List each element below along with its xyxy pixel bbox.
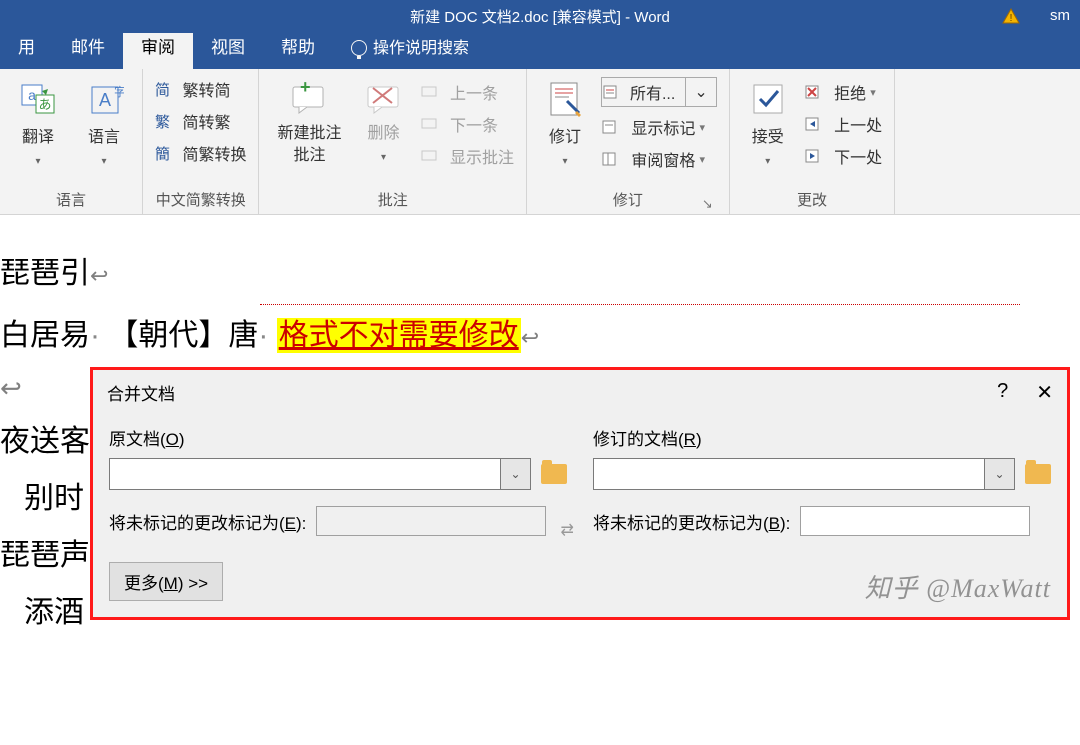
group-tracking-label: 修订 xyxy=(613,192,643,209)
dropdown-indicator-icon xyxy=(101,151,106,169)
display-for-review-label: 所有... xyxy=(624,80,681,104)
group-convert: 简 繁转简 繁 简转繁 簡 简繁转换 中文简繁转换 xyxy=(143,69,259,214)
show-markup-label: 显示标记 xyxy=(631,115,695,139)
group-language: aあ 翻译 A字 语言 语言 xyxy=(0,69,143,214)
svg-text:A: A xyxy=(99,90,111,110)
original-document-section: 原文档(O) ⌄ 将未标记的更改标记为(E): xyxy=(109,419,567,536)
prev-comment-button: 上一条 xyxy=(420,80,514,104)
new-comment-button[interactable]: + 新建批注 批注 xyxy=(271,77,347,168)
group-language-label: 语言 xyxy=(12,189,130,214)
title-bar: 新建 DOC 文档2.doc [兼容模式] - Word ! sm xyxy=(0,0,1080,33)
group-comments-label: 批注 xyxy=(271,189,513,214)
more-button[interactable]: 更多(M) >> xyxy=(109,562,223,601)
simp-to-trad-label: 简转繁 xyxy=(182,109,230,133)
language-label: 语言 xyxy=(88,123,120,147)
language-button[interactable]: A字 语言 xyxy=(78,77,130,171)
revised-browse-icon[interactable] xyxy=(1025,464,1051,484)
delete-comment-label: 删除 xyxy=(367,119,399,143)
tracking-launcher-icon[interactable]: ↘ xyxy=(702,196,713,212)
next-change-button[interactable]: 下一处 xyxy=(804,144,882,168)
group-changes-label: 更改 xyxy=(742,189,882,214)
swap-icon[interactable]: ⇄ xyxy=(561,520,574,540)
revised-mark-as-input[interactable] xyxy=(800,506,1030,536)
revised-document-label: 修订的文档(R) xyxy=(593,419,1051,458)
show-comments-button: 显示批注 xyxy=(420,144,514,168)
svg-text:a: a xyxy=(28,87,36,103)
dialog-title: 合并文档 xyxy=(107,380,175,405)
ribbon: aあ 翻译 A字 语言 语言 简 繁转简 繁 简转繁 簡 简繁转换 中文简繁转换… xyxy=(0,69,1080,215)
ribbon-tabs: 用 邮件 审阅 视图 帮助 操作说明搜索 xyxy=(0,33,1080,69)
reject-button[interactable]: 拒绝 xyxy=(804,80,882,104)
user-name: sm xyxy=(1050,7,1070,24)
translate-button[interactable]: aあ 翻译 xyxy=(12,77,64,171)
svg-text:!: ! xyxy=(1010,13,1013,24)
revised-document-input[interactable] xyxy=(593,458,985,490)
reject-label: 拒绝 xyxy=(834,80,866,104)
tell-me-label: 操作说明搜索 xyxy=(373,40,469,57)
dialog-help-button[interactable]: ? xyxy=(997,380,1008,405)
svg-text:+: + xyxy=(300,79,311,97)
track-label: 修订 xyxy=(549,123,581,147)
convert-button[interactable]: 簡 简繁转换 xyxy=(155,141,246,165)
original-document-dropdown[interactable]: ⌄ xyxy=(501,458,531,490)
dropdown-indicator-icon xyxy=(381,147,386,165)
next-comment-label: 下一条 xyxy=(450,112,498,136)
trad-to-simp-button[interactable]: 简 繁转简 xyxy=(155,77,246,101)
new-comment-label1: 新建批注 xyxy=(277,119,341,143)
simp-to-trad-button[interactable]: 繁 简转繁 xyxy=(155,109,246,133)
next-change-label: 下一处 xyxy=(834,144,882,168)
merge-documents-dialog: 合并文档 ? ✕ 原文档(O) ⌄ 将未标记的更改标记为(E): xyxy=(90,367,1070,620)
dropdown-indicator-icon xyxy=(562,151,567,169)
accept-button[interactable]: 接受 xyxy=(742,77,794,171)
doc-line-2: 白居易· 【朝代】唐· 格式不对需要修改↩ xyxy=(0,307,1080,364)
prev-comment-label: 上一条 xyxy=(450,80,498,104)
dialog-close-button[interactable]: ✕ xyxy=(1036,380,1053,405)
prev-change-label: 上一处 xyxy=(834,112,882,136)
revised-document-section: 修订的文档(R) ⌄ 将未标记的更改标记为(B): xyxy=(593,419,1051,536)
revised-document-dropdown[interactable]: ⌄ xyxy=(985,458,1015,490)
original-document-label: 原文档(O) xyxy=(109,419,567,458)
highlighted-revision: 格式不对需要修改 xyxy=(277,318,521,353)
delete-comment-button: 删除 xyxy=(358,77,410,168)
doc-line-1: 琵琶引↩ xyxy=(0,245,1080,302)
group-comments: + 新建批注 批注 删除 上一条 下一条 显示批注 批注 xyxy=(259,69,526,214)
dropdown-indicator-icon xyxy=(765,151,770,169)
group-changes: 接受 拒绝 上一处 下一处 更改 xyxy=(730,69,895,214)
trad-to-simp-label: 繁转简 xyxy=(182,77,230,101)
reviewing-pane-label: 审阅窗格 xyxy=(631,147,695,171)
reviewing-pane-button[interactable]: 审阅窗格 xyxy=(601,147,717,171)
show-markup-button[interactable]: 显示标记 xyxy=(601,115,717,139)
revised-mark-as-label: 将未标记的更改标记为(B): xyxy=(593,509,790,534)
prev-change-button[interactable]: 上一处 xyxy=(804,112,882,136)
watermark: 知乎 @MaxWatt xyxy=(865,568,1051,605)
original-browse-icon[interactable] xyxy=(541,464,567,484)
original-mark-as-label: 将未标记的更改标记为(E): xyxy=(109,509,306,534)
group-convert-label: 中文简繁转换 xyxy=(155,189,246,214)
convert-label: 简繁转换 xyxy=(182,141,246,165)
show-comments-label: 显示批注 xyxy=(450,144,514,168)
track-changes-button[interactable]: 修订 xyxy=(539,77,591,171)
document-area[interactable]: 琵琶引↩ 白居易· 【朝代】唐· 格式不对需要修改↩ ↩ 夜送客, 别时 琵琶声… xyxy=(0,215,1080,745)
lightbulb-icon xyxy=(351,40,367,56)
window-title: 新建 DOC 文档2.doc [兼容模式] - Word xyxy=(410,6,670,27)
svg-text:字: 字 xyxy=(114,84,124,99)
translate-label: 翻译 xyxy=(22,123,54,147)
svg-text:あ: あ xyxy=(38,97,51,112)
dropdown-indicator-icon xyxy=(35,151,40,169)
next-comment-button: 下一条 xyxy=(420,112,514,136)
revision-line xyxy=(260,304,1020,305)
warning-icon: ! xyxy=(1002,8,1020,24)
original-mark-as-input xyxy=(316,506,546,536)
original-document-input[interactable] xyxy=(109,458,501,490)
group-tracking: 修订 所有... ⌄ 显示标记 审阅窗格 修订 ↘ xyxy=(527,69,730,214)
display-for-review-dropdown[interactable]: 所有... ⌄ xyxy=(601,77,717,107)
new-comment-label2: 批注 xyxy=(293,141,325,165)
accept-label: 接受 xyxy=(752,123,784,147)
